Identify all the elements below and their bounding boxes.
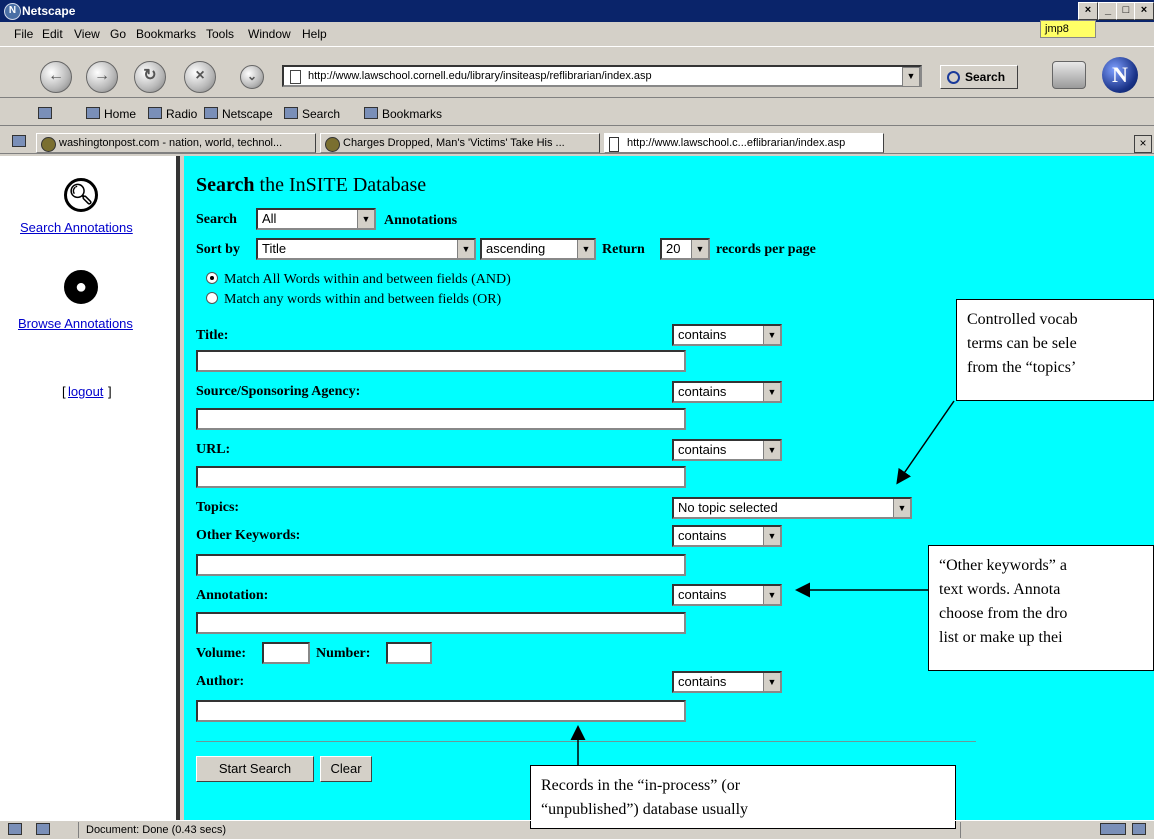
back-icon[interactable]: ← <box>40 61 72 93</box>
logout-link[interactable]: logout <box>68 384 103 399</box>
menu-bookmarks[interactable]: Bookmarks <box>136 27 196 41</box>
reload-icon[interactable]: ↻ <box>134 61 166 93</box>
bookmarks-button[interactable]: Bookmarks <box>364 107 442 121</box>
menu-window[interactable]: Window <box>248 27 291 41</box>
tab-label: Charges Dropped, Man's 'Victims' Take Hi… <box>343 137 565 149</box>
home-label: Home <box>104 107 137 121</box>
magnifier-icon[interactable]: 🔍︎ <box>64 178 98 212</box>
menu-edit[interactable]: Edit <box>42 27 63 41</box>
status-text: Document: Done (0.43 secs) <box>86 824 227 836</box>
window-title-bar: N Netscape × _ □ × <box>0 0 1154 22</box>
window-close-button[interactable]: × <box>1134 2 1154 20</box>
search-icon <box>947 71 960 84</box>
close-icon[interactable]: × <box>1078 2 1098 20</box>
security-lock-icon[interactable] <box>1132 823 1150 837</box>
browse-icon[interactable]: ● <box>64 270 98 304</box>
tab-lawschool[interactable]: http://www.lawschool.c...eflibrarian/ind… <box>604 133 884 153</box>
radio-label: Radio <box>166 107 198 121</box>
tab-label: washingtonpost.com - nation, world, tech… <box>59 137 283 149</box>
toolbar-search-label: Search <box>302 107 341 121</box>
search-icon <box>284 107 298 119</box>
topics-arrow <box>896 400 955 485</box>
window-title: Netscape <box>22 4 76 18</box>
radio-button[interactable]: Radio <box>148 107 197 121</box>
menu-bar: File Edit View Go Bookmarks Tools Window… <box>0 24 1040 44</box>
site-icon <box>41 137 56 152</box>
personal-toolbar: Home Radio Netscape Search Bookmarks <box>0 100 1154 126</box>
tab-bar: washingtonpost.com - nation, world, tech… <box>0 130 1154 154</box>
my-netscape-icon <box>204 107 218 119</box>
maximize-button[interactable]: □ <box>1116 2 1136 20</box>
netscape-logo-icon[interactable]: N <box>1102 57 1138 93</box>
radio-icon <box>148 107 162 119</box>
url-history-dropdown[interactable]: ▼ <box>902 67 920 87</box>
menu-view[interactable]: View <box>74 27 100 41</box>
netscape-label: Netscape <box>222 107 273 121</box>
bookmarks-label: Bookmarks <box>382 107 443 121</box>
minimize-button[interactable]: _ <box>1098 2 1118 20</box>
home-icon <box>86 107 100 119</box>
sidebar-toggle-icon[interactable] <box>12 135 30 149</box>
status-bar: Document: Done (0.43 secs) <box>0 820 1154 839</box>
menu-help[interactable]: Help <box>302 27 327 41</box>
search-button-label: Search <box>965 70 1006 84</box>
status-divider <box>78 822 79 838</box>
left-frame: 🔍︎ Search Annotations ● Browse Annotatio… <box>0 156 180 820</box>
search-form-frame: Search the InSITE Database Search All ▼ A… <box>184 156 1154 829</box>
search-annotations-link[interactable]: Search Annotations <box>20 220 133 235</box>
navigation-toolbar: ← → ↻ × ⌄ http://www.lawschool.cornell.e… <box>0 46 1154 98</box>
connection-icon <box>1100 823 1130 837</box>
netscape-button[interactable]: Netscape <box>204 107 273 121</box>
new-tab-icon[interactable] <box>38 107 56 121</box>
page-icon <box>609 137 619 152</box>
jmp8-tooltip: jmp8 <box>1040 20 1096 38</box>
close-tab-icon[interactable]: × <box>1134 135 1152 153</box>
home-button[interactable]: Home <box>86 107 136 121</box>
netscape-icon: N <box>4 3 21 20</box>
menu-file[interactable]: File <box>14 27 33 41</box>
stop-icon[interactable]: × <box>184 61 216 93</box>
tab-charges-dropped[interactable]: Charges Dropped, Man's 'Victims' Take Hi… <box>320 133 600 153</box>
url-text: http://www.lawschool.cornell.edu/library… <box>308 70 652 82</box>
logout-bracket-close: ] <box>108 384 112 399</box>
callout-arrows <box>570 400 955 765</box>
tab-label: http://www.lawschool.c...eflibrarian/ind… <box>627 137 846 149</box>
menu-go[interactable]: Go <box>110 27 126 41</box>
menu-tools[interactable]: Tools <box>206 27 234 41</box>
status-divider <box>960 822 961 838</box>
url-input[interactable]: http://www.lawschool.cornell.edu/library… <box>282 65 922 87</box>
toolbar-search-button[interactable]: Search <box>284 107 340 121</box>
search-button[interactable]: Search <box>940 65 1018 89</box>
netscape-status-icon[interactable] <box>8 823 26 837</box>
browse-annotations-link[interactable]: Browse Annotations <box>18 316 133 331</box>
tab-icon <box>38 107 52 119</box>
site-icon <box>325 137 340 152</box>
im-status-icon[interactable] <box>36 823 54 837</box>
location-dropdown-icon[interactable]: ⌄ <box>240 65 264 89</box>
logout-bracket-open: [ <box>62 384 66 399</box>
page-icon <box>290 70 301 84</box>
print-icon[interactable] <box>1052 61 1086 89</box>
sidebar-icon <box>12 135 26 147</box>
forward-icon[interactable]: → <box>86 61 118 93</box>
tab-washingtonpost[interactable]: washingtonpost.com - nation, world, tech… <box>36 133 316 153</box>
bookmarks-icon <box>364 107 378 119</box>
